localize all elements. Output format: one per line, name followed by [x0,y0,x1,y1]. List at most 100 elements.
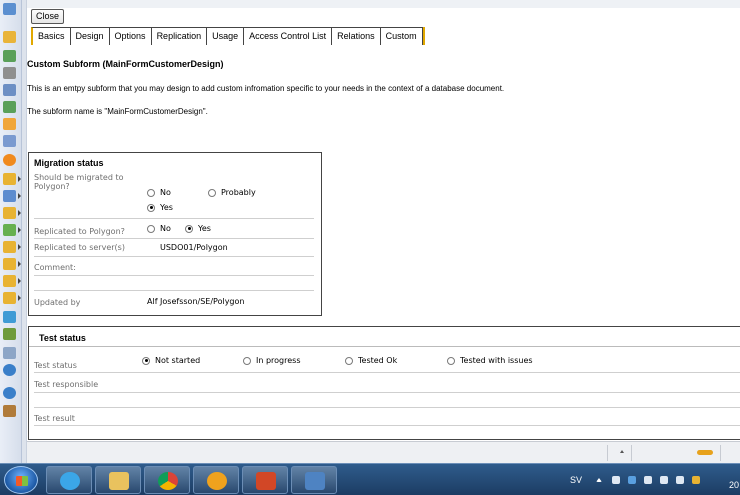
divider [34,290,314,291]
radio-label: Yes [198,224,211,233]
folder-icon[interactable] [3,275,21,287]
radio-dot [345,356,353,365]
clock[interactable]: 20 [729,480,739,490]
comment-field[interactable] [160,263,310,273]
list-icon[interactable] [3,67,16,79]
migration-status-title: Migration status [34,158,104,168]
lotus-notes-icon [207,472,227,490]
divider [34,218,314,219]
home-icon[interactable] [3,405,16,417]
radio-label: No [160,224,171,233]
calendar-icon[interactable] [3,135,16,147]
subform-name-text: The subform name is "MainFormCustomerDes… [27,107,208,116]
radio-dot [208,188,216,197]
spreadsheet-icon[interactable] [3,50,16,62]
folder-icon[interactable] [3,292,21,304]
tab-accent [422,27,425,45]
folder-icon[interactable] [3,207,21,219]
radio-dot [447,356,455,365]
divider [34,425,740,426]
tab-relations[interactable]: Relations [331,27,380,45]
volume-icon[interactable] [676,476,684,484]
divider [34,238,314,239]
tab-bar: Basics Design Options Replication Usage … [31,27,425,45]
folder-icon[interactable] [3,241,21,253]
replicated-yes-radio[interactable]: Yes [185,224,211,233]
divider [34,392,740,393]
display-icon[interactable] [644,476,652,484]
test-status-label: Test status [34,361,77,370]
test-status-tested-ok-radio[interactable]: Tested Ok [345,356,397,365]
taskbar-internet-explorer[interactable] [46,466,92,494]
network-icon[interactable] [628,476,636,484]
replicated-no-radio[interactable]: No [147,224,171,233]
file-explorer-icon [109,472,129,490]
tab-options[interactable]: Options [108,27,151,45]
sync-icon[interactable] [692,476,700,484]
battery-icon[interactable] [660,476,668,484]
folder-green-icon[interactable] [3,224,21,236]
folder-add-icon[interactable] [3,173,21,185]
chrome-icon [158,472,178,490]
servers-value[interactable]: USDO01/Polygon [160,243,228,252]
test-status-panel: Test status Test status Not started In p… [28,326,740,440]
test-status-in-progress-radio[interactable]: In progress [243,356,301,365]
divider [34,275,314,276]
window-icon[interactable] [3,190,21,202]
radio-dot-selected [185,224,193,233]
tab-replication[interactable]: Replication [150,27,207,45]
inbox-icon[interactable] [3,347,16,359]
radio-label: Tested with issues [460,356,533,365]
radio-dot [243,356,251,365]
test-status-not-started-radio[interactable]: Not started [142,356,200,365]
replicated-label: Replicated to Polygon? [34,227,125,236]
tools-icon[interactable] [3,311,16,323]
checkbox-icon[interactable] [3,101,16,113]
taskbar-remote-desktop[interactable] [291,466,337,494]
globe-icon[interactable] [3,364,16,376]
comment-label: Comment: [34,263,76,272]
people-icon[interactable] [3,328,16,340]
internet-explorer-icon [60,472,80,490]
document-icon[interactable] [3,31,16,43]
folder-icon[interactable] [3,258,21,270]
divider [34,256,314,257]
orange-circle-icon[interactable] [3,154,16,166]
updated-by-value[interactable]: Alf Josefsson/SE/Polygon [147,297,244,306]
tab-custom[interactable]: Custom [379,27,423,45]
test-status-header: Test status [29,327,740,347]
should-migrate-probably-radio[interactable]: Probably [208,188,256,197]
test-status-tested-with-issues-radio[interactable]: Tested with issues [447,356,533,365]
radio-label: In progress [256,356,301,365]
tab-design[interactable]: Design [69,27,109,45]
binoculars-icon[interactable] [3,3,16,15]
start-button[interactable] [4,466,38,494]
taskbar-lotus-notes[interactable] [193,466,239,494]
top-strip [27,0,740,8]
test-result-label: Test result [34,414,75,423]
servers-label: Replicated to server(s) [34,243,125,252]
tab-usage[interactable]: Usage [206,27,244,45]
taskbar-chrome[interactable] [144,466,190,494]
key-icon[interactable] [697,450,713,455]
tab-access-control-list[interactable]: Access Control List [243,27,332,45]
radio-label: No [160,188,171,197]
radio-dot [147,188,155,197]
divider [34,407,740,408]
help-icon[interactable] [3,387,16,399]
subform-description: This is an emtpy subform that you may de… [27,84,505,93]
show-hidden-icons-icon[interactable] [596,478,602,482]
updated-by-label: Updated by [34,298,81,307]
taskbar-file-explorer[interactable] [95,466,141,494]
folder-blue-icon[interactable] [3,84,16,96]
should-migrate-no-radio[interactable]: No [147,188,171,197]
scroll-up-icon[interactable] [620,450,624,453]
tab-basics[interactable]: Basics [31,27,70,45]
refresh-icon[interactable] [3,118,16,130]
should-migrate-yes-radio[interactable]: Yes [147,203,173,212]
close-button[interactable]: Close [31,9,65,24]
language-indicator[interactable]: SV [570,475,582,485]
flag-icon[interactable] [612,476,620,484]
status-cell [720,445,721,461]
taskbar-powerpoint[interactable] [242,466,288,494]
